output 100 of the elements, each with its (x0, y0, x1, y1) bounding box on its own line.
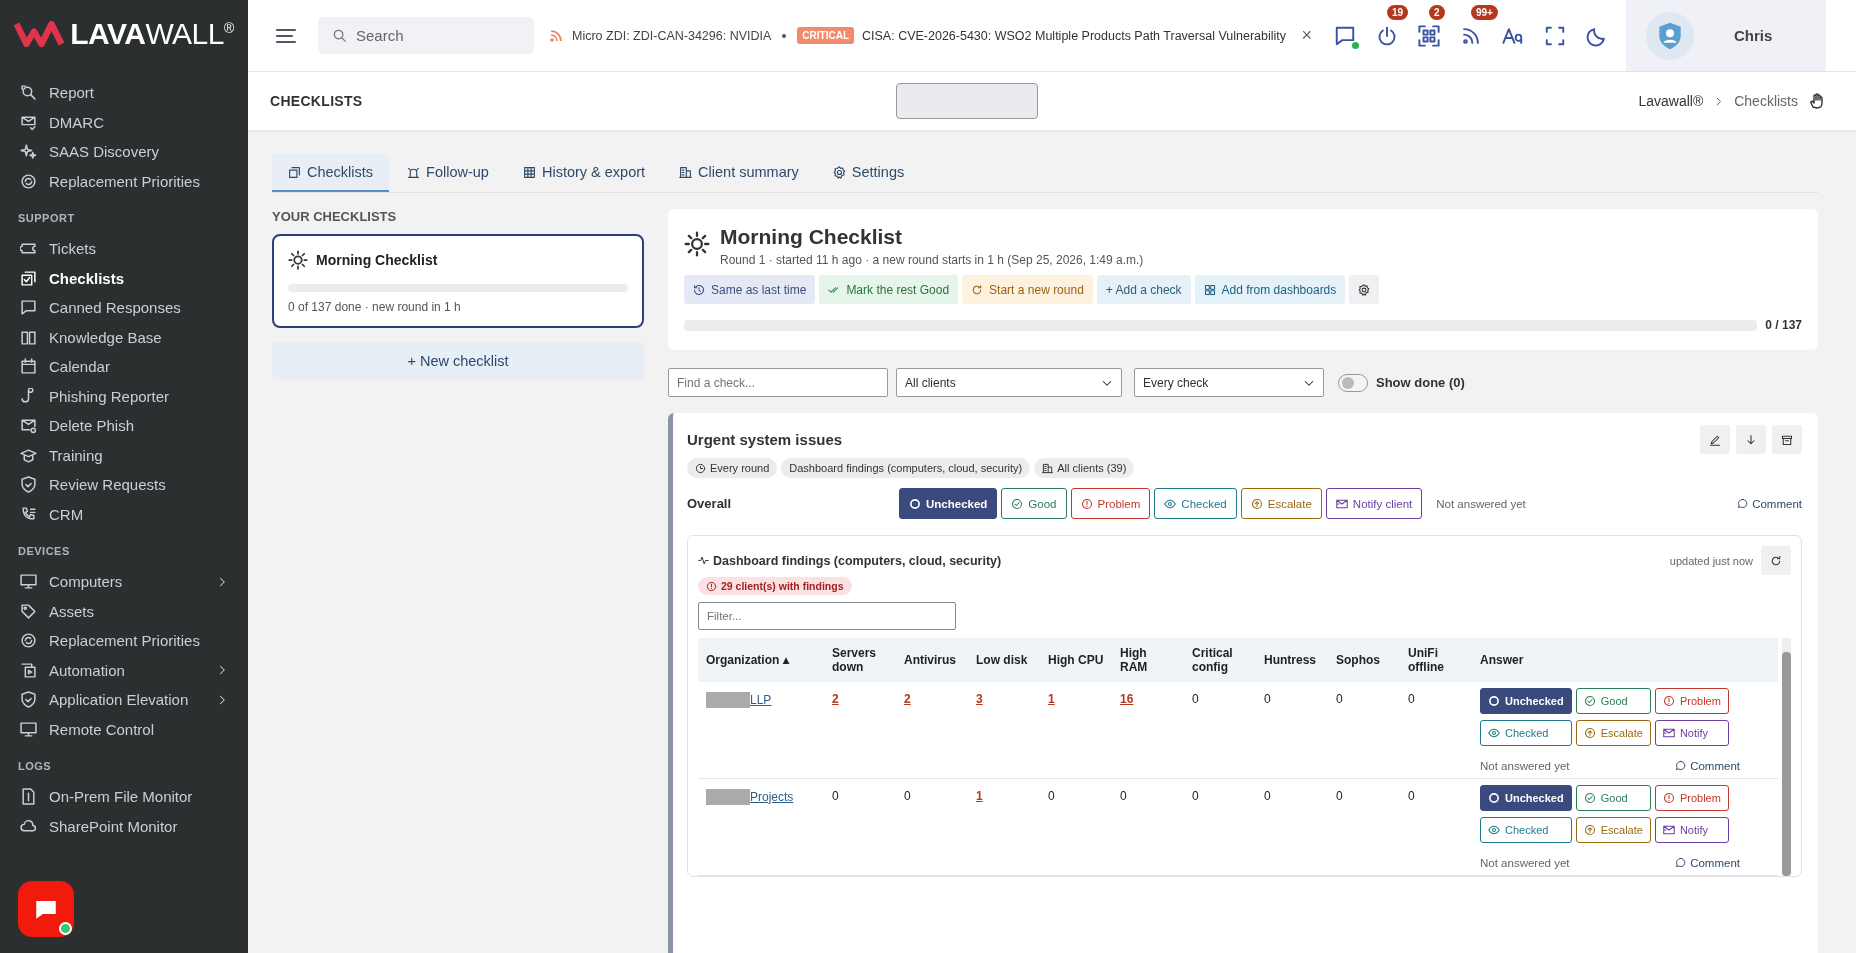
table-cell: 0 (1264, 691, 1271, 706)
building-icon (1042, 462, 1054, 474)
sidebar-item[interactable]: Replacement Priorities (0, 166, 248, 196)
sidebar-item[interactable]: Checklists (0, 263, 248, 293)
edit-button[interactable] (1700, 425, 1730, 454)
filter-field[interactable]: Filter... (698, 601, 956, 630)
checklist-card[interactable]: Morning Checklist 0 of 137 done · new round in 1 h (272, 234, 644, 328)
news-link[interactable]: CISA: CVE-2026-5430: WSO2 Multiple Products Path Traversal Vulnerability (862, 28, 1287, 43)
sidebar-item[interactable]: Canned Responses (0, 293, 248, 323)
sidebar-item[interactable]: Review Requests (0, 470, 248, 500)
sidebar-item[interactable]: Remote Control (0, 714, 248, 744)
comment-link[interactable]: Comment (1737, 497, 1802, 510)
column-header: Antivirus (896, 637, 968, 682)
finding-count-link[interactable]: 2 (904, 691, 911, 706)
unchecked-answer-button[interactable]: Unchecked (899, 488, 998, 519)
new-checklist-button[interactable]: + New checklist (272, 342, 644, 380)
breadcrumb-link[interactable]: Checklists (1734, 93, 1798, 109)
escalate-answer-button[interactable]: Escalate (1575, 816, 1651, 843)
breadcrumb-link[interactable]: Lavawall® (1638, 93, 1704, 109)
problem-icon (1080, 497, 1093, 510)
comment-link[interactable]: Comment (1675, 759, 1740, 772)
escalate-answer-button[interactable]: Escalate (1240, 488, 1322, 519)
sidebar-item[interactable]: SharePoint Monitor (0, 811, 248, 841)
sidebar-item[interactable]: Replacement Priorities (0, 626, 248, 656)
sidebar-item[interactable]: On-Prem File Monitor (0, 782, 248, 812)
notify-answer-button[interactable]: Notify client (1325, 488, 1423, 519)
client-select[interactable]: All clients (896, 368, 1122, 397)
move-down-button[interactable] (1736, 425, 1766, 454)
sidebar-item[interactable]: CRM (0, 499, 248, 529)
round-button[interactable]: Start a new round (962, 275, 1093, 304)
gear-icon (832, 165, 846, 179)
close-button[interactable]: × (1297, 25, 1316, 46)
sidebar-item[interactable]: Tickets (0, 234, 248, 264)
good-answer-button[interactable]: Good (1575, 784, 1651, 811)
notify-answer-button[interactable]: Notify (1654, 719, 1729, 746)
scrollbar[interactable] (1782, 637, 1791, 876)
chat-launcher-button[interactable] (18, 881, 74, 937)
finding-count-link[interactable]: 1 (976, 788, 983, 803)
unchecked-answer-button[interactable]: Unchecked (1480, 784, 1572, 811)
problem-answer-button[interactable]: Problem (1654, 687, 1729, 714)
problem-answer-button[interactable]: Problem (1070, 488, 1151, 519)
notify-answer-button[interactable]: Notify (1654, 816, 1729, 843)
mail-x-icon (20, 417, 37, 435)
sidebar-item[interactable]: Training (0, 440, 248, 470)
organization-link[interactable]: LLP (750, 692, 772, 707)
sidebar-item[interactable]: Calendar (0, 352, 248, 382)
good-button[interactable]: Mark the rest Good (819, 275, 959, 304)
tab[interactable]: Follow-up (391, 154, 505, 192)
problem-answer-button[interactable]: Problem (1654, 784, 1729, 811)
history-button[interactable]: Same as last time (684, 275, 816, 304)
good-answer-button[interactable]: Good (1575, 687, 1651, 714)
tab[interactable]: Settings (816, 154, 921, 192)
sidebar-item[interactable]: Delete Phish (0, 411, 248, 441)
finding-count-link[interactable]: 1 (1048, 691, 1055, 706)
add-button[interactable]: + Add a check (1096, 275, 1191, 304)
power-icon (1376, 24, 1398, 47)
finding-count-link[interactable]: 16 (1120, 691, 1134, 706)
sidebar-item[interactable]: Computers (0, 567, 248, 597)
comment-icon (1675, 760, 1687, 771)
find-check-field[interactable]: Find a check... (668, 368, 888, 397)
sidebar-item[interactable]: Assets (0, 596, 248, 626)
sidebar-item[interactable]: Phishing Reporter (0, 381, 248, 411)
search-field[interactable]: Search (318, 17, 534, 54)
checked-answer-button[interactable]: Checked (1480, 719, 1572, 746)
toggle-switch[interactable] (1338, 373, 1368, 392)
tab[interactable]: Checklists (272, 154, 390, 192)
checked-icon (1488, 823, 1500, 836)
history-icon (693, 283, 705, 296)
settings-button[interactable] (1349, 275, 1380, 304)
checked-answer-button[interactable]: Checked (1480, 816, 1572, 843)
tab[interactable]: History & export (506, 154, 662, 192)
news-link[interactable]: Micro ZDI: ZDI-CAN-34296: NVIDIA (572, 28, 772, 43)
tab[interactable]: Client summary (663, 154, 815, 192)
checked-answer-button[interactable]: Checked (1154, 488, 1237, 519)
sidebar-item[interactable]: Automation (0, 655, 248, 685)
archive-button[interactable] (1772, 425, 1802, 454)
finding-count-link[interactable]: 3 (976, 691, 983, 706)
column-header[interactable]: Organization ▴ (698, 637, 824, 682)
sidebar-item[interactable]: Report (0, 78, 248, 108)
check-select[interactable]: Every check (1134, 368, 1324, 397)
calendar-icon (20, 358, 37, 376)
refresh-button[interactable] (1761, 546, 1791, 575)
escalate-answer-button[interactable]: Escalate (1575, 719, 1651, 746)
finding-count-link[interactable]: 2 (832, 691, 839, 706)
good-answer-button[interactable]: Good (1001, 488, 1067, 519)
dashboards-button[interactable]: Add from dashboards (1194, 275, 1346, 304)
sidebar-item[interactable]: SAAS Discovery (0, 137, 248, 167)
tag-chip: Every round (687, 458, 778, 478)
sidebar-item[interactable]: Knowledge Base (0, 322, 248, 352)
sun-icon (288, 250, 308, 270)
comment-link[interactable]: Comment (1675, 856, 1740, 869)
checked-icon (1488, 726, 1500, 739)
unchecked-answer-button[interactable]: Unchecked (1480, 687, 1572, 714)
sidebar-item[interactable]: Application Elevation (0, 685, 248, 715)
shield-icon (20, 691, 37, 709)
organization-link[interactable]: Projects (750, 789, 794, 804)
tag-icon (20, 602, 37, 620)
fullscreen-icon (1544, 24, 1566, 47)
sidebar-item[interactable]: DMARC (0, 107, 248, 137)
avatar[interactable] (1646, 11, 1694, 60)
